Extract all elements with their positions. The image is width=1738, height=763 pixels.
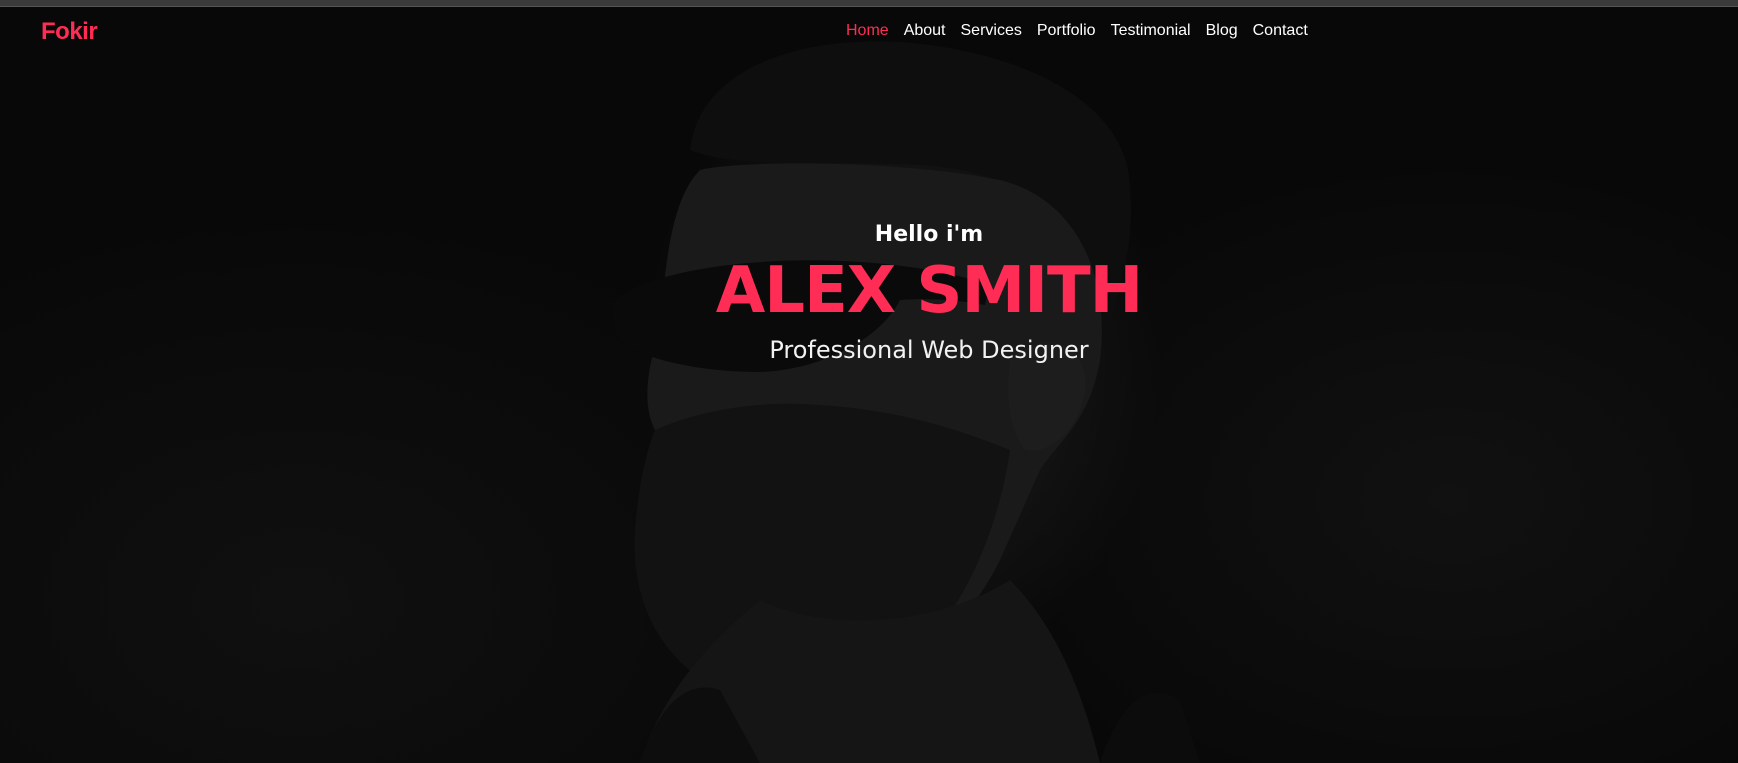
nav-menu: Home About Services Portfolio Testimonia… <box>846 22 1323 40</box>
nav-item-blog[interactable]: Blog <box>1206 22 1238 40</box>
nav-item-about[interactable]: About <box>904 22 946 40</box>
nav-item-contact[interactable]: Contact <box>1253 22 1308 40</box>
site-logo[interactable]: Fokir <box>41 18 98 46</box>
nav-item-home[interactable]: Home <box>846 22 889 40</box>
nav-item-portfolio[interactable]: Portfolio <box>1037 22 1096 40</box>
hero-greeting: Hello i'm <box>874 222 984 247</box>
page: Fokir Home About Services Portfolio Test… <box>0 0 1738 763</box>
hero-content: Hello i'm ALEX SMITH Professional Web De… <box>0 0 1738 763</box>
main-navbar: Fokir Home About Services Portfolio Test… <box>0 6 1738 58</box>
nav-item-services[interactable]: Services <box>961 22 1022 40</box>
hero-name: ALEX SMITH <box>715 254 1143 328</box>
nav-item-testimonial[interactable]: Testimonial <box>1111 22 1191 40</box>
hero-role: Professional Web Designer <box>769 336 1089 364</box>
